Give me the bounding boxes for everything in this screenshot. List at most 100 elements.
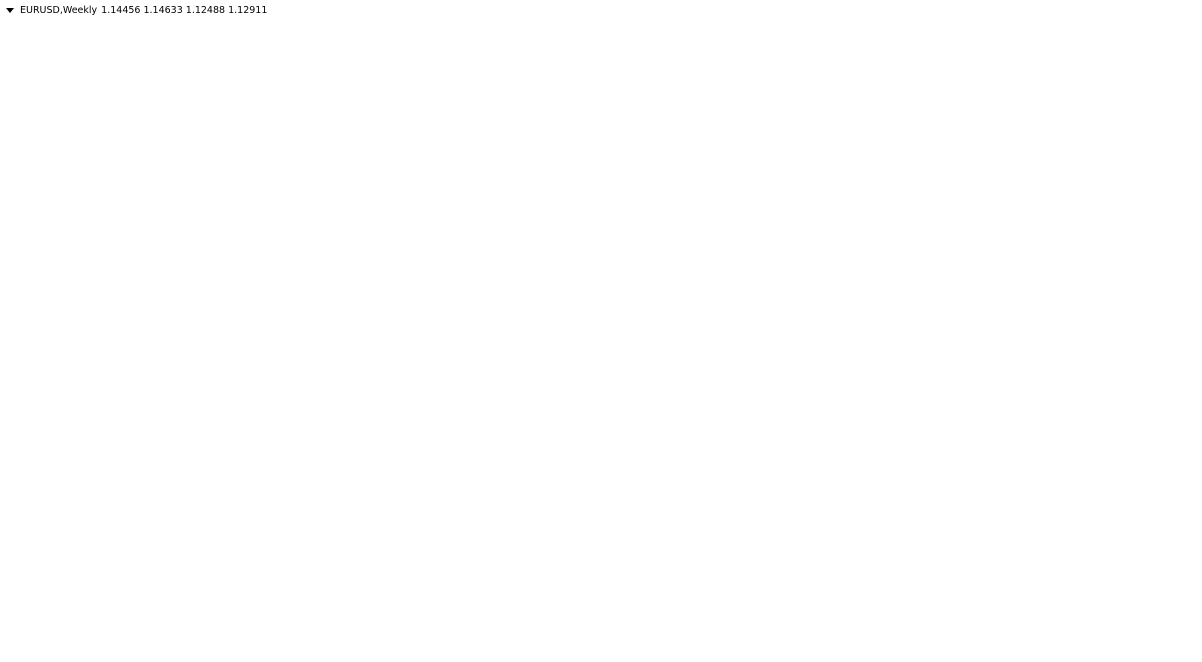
candle [139, 75, 144, 127]
candle-body-bear [103, 202, 108, 228]
candle-body-bear [295, 383, 300, 408]
candle-body-bear [51, 244, 56, 256]
candle [891, 301, 896, 327]
candle-body-bull [23, 261, 28, 268]
x-tick-label: 23 Sep 2018 [260, 645, 317, 655]
candle [491, 431, 496, 479]
candle-body-bull [375, 428, 380, 452]
candle-body-bear [527, 459, 532, 491]
candle-body-bull [327, 390, 332, 411]
candle-body-bear [255, 330, 260, 352]
candle-body-bear [407, 416, 412, 431]
candle [859, 268, 864, 299]
candle-body-bull [471, 495, 476, 524]
candle [435, 409, 440, 428]
x-tick-label: 5 May 2019 [388, 645, 441, 655]
x-tick-label: 15 Dec 2019 [516, 645, 574, 655]
candle-body-bull [391, 476, 396, 481]
candle-body-bull [299, 401, 304, 408]
price-label: 1.12911 [1157, 419, 1194, 429]
candle [575, 588, 580, 634]
candle [903, 304, 908, 350]
candle-body-bull [7, 376, 12, 414]
candle [103, 191, 108, 234]
candle [355, 403, 360, 447]
candle [687, 268, 692, 302]
candle [455, 441, 460, 485]
candle-body-bear [671, 248, 676, 275]
candle-body-bull [27, 252, 32, 263]
candle [215, 258, 220, 287]
candle [311, 379, 316, 421]
candle [735, 89, 740, 167]
candle-body-bull [91, 224, 96, 266]
candle-body-bear [279, 340, 284, 372]
candle-body-bull [883, 302, 888, 307]
candle-body-bear [915, 374, 920, 423]
x-tick-label: 13 Jan 2019 [324, 645, 378, 655]
candle [315, 385, 320, 416]
candle [695, 289, 700, 317]
candle-body-bull [859, 277, 864, 284]
candle [143, 113, 148, 131]
candle-body-bull [723, 153, 728, 158]
candle [415, 402, 420, 428]
candle [227, 296, 232, 336]
candle [615, 403, 620, 425]
candle [87, 248, 92, 281]
candle [67, 291, 72, 304]
candle-body-bear [335, 378, 340, 417]
candle [191, 279, 196, 305]
candle-body-bull [531, 477, 536, 491]
candle-body-bull [587, 503, 592, 559]
candle-body-bear [435, 421, 440, 425]
symbol-label: EURUSD,Weekly [20, 5, 98, 16]
candle-body-bull [503, 435, 508, 450]
candle [463, 484, 468, 508]
candle-body-bull [719, 156, 724, 185]
y-tick-label: 1.10240 [1157, 500, 1194, 510]
candle [419, 406, 424, 416]
candle [807, 154, 812, 194]
y-tick-label: 1.05950 [1157, 632, 1194, 642]
candle-body-bear [355, 410, 360, 439]
candle [639, 285, 644, 390]
candle [607, 478, 612, 586]
candle-body-bear [595, 538, 600, 547]
candle-body-bear [187, 230, 192, 297]
candle-body-bear [3, 400, 8, 414]
candle [303, 380, 308, 416]
candle-body-bull [11, 343, 16, 377]
candle [231, 306, 236, 364]
candle-body-bull [667, 248, 672, 274]
candle [583, 539, 588, 566]
candle [527, 458, 532, 502]
candle [843, 222, 848, 255]
candle-body-bull [87, 264, 92, 273]
candle [683, 264, 688, 324]
price-chart[interactable]: 1.26410 1.25330 1.24250 1.23170 1.22090 1.210… [0, 0, 1202, 662]
candle-body-bull [611, 418, 616, 488]
candle-body-bear [839, 216, 844, 255]
candle-body-bull [63, 296, 68, 305]
candle-body-bull [895, 303, 900, 319]
candle [467, 492, 472, 535]
candle [19, 262, 24, 314]
candle [155, 95, 160, 120]
y-tick-label: 1.11320 [1157, 467, 1194, 477]
candle [443, 432, 448, 483]
candle [163, 84, 168, 108]
candle [723, 140, 728, 174]
candle [899, 302, 904, 324]
moving-average-line [4, 235, 918, 522]
candle-body-bull [475, 472, 480, 497]
candle-body-bull [843, 235, 848, 255]
candle [523, 443, 528, 461]
candle-body-bull [331, 378, 336, 392]
candle-body-bear [603, 554, 608, 570]
dropdown-triangle-icon[interactable] [6, 8, 14, 13]
candle-body-bear [267, 337, 272, 360]
candle-body-bear [827, 182, 832, 225]
candle-body-bear [439, 423, 444, 470]
candle-body-bull [727, 140, 732, 155]
